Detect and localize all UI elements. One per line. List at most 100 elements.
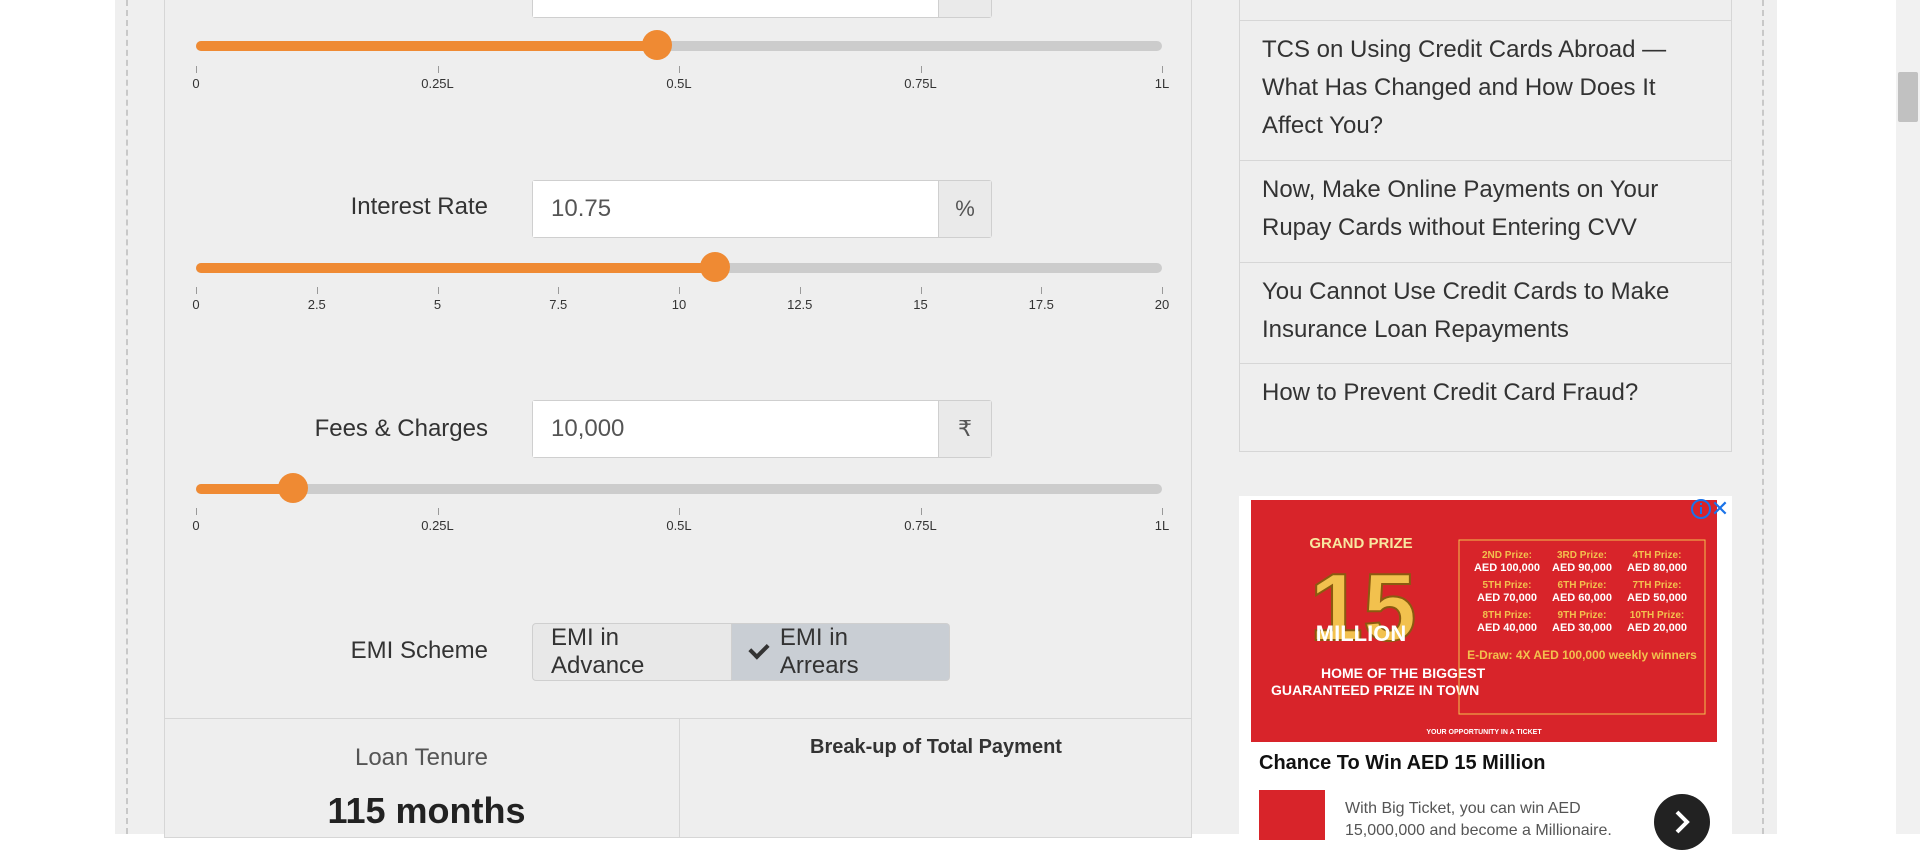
ad-edraw: E-Draw: 4X AED 100,000 weekly winners — [1467, 648, 1697, 662]
ad-prize-rank: 6TH Prize: — [1558, 580, 1607, 591]
ad-tagline-line1: HOME OF THE BIGGEST — [1321, 665, 1486, 681]
ad-close-icon[interactable]: ✕ — [1710, 498, 1730, 520]
slider-thumb[interactable] — [700, 252, 731, 282]
tick-mark — [316, 287, 318, 294]
fees-charges-input[interactable] — [533, 401, 938, 457]
tick-mark — [679, 66, 680, 73]
breakup-title: Break-up of Total Payment — [810, 736, 1062, 758]
slider-thumb[interactable] — [641, 30, 672, 60]
loan-amount-ticks: 0 0.25L 0.5L 0.75L 1L — [192, 66, 1169, 96]
ad-million: MILLION — [1316, 621, 1406, 646]
tick-label: 2.5 — [307, 297, 326, 312]
tick-mark — [196, 66, 197, 73]
loan-amount-slider[interactable] — [196, 28, 1162, 62]
tick-mark — [437, 508, 439, 515]
ad-footer: YOUR OPPORTUNITY IN A TICKET — [1426, 729, 1542, 736]
ad-prize-amount: AED 90,000 — [1552, 562, 1612, 574]
emi-in-arrears-button[interactable]: EMI in Arrears — [732, 623, 950, 681]
ad-prize-rank: 9TH Prize: — [1558, 610, 1607, 621]
ad-grand-prize: GRAND PRIZE — [1309, 535, 1412, 552]
article-title: You Cannot Use Credit Cards to Make Insu… — [1262, 278, 1670, 343]
related-articles-sidebar: TCS on Using Credit Cards Abroad — What … — [1239, 0, 1732, 452]
tick-label: 17.5 — [1028, 297, 1054, 312]
ad-prize-amount: AED 20,000 — [1627, 622, 1687, 634]
loan-tenure-value: 115 months — [327, 790, 526, 831]
slider-fill — [196, 263, 716, 273]
sidebar-article-link[interactable]: Now, Make Online Payments on Your Rupay … — [1240, 160, 1731, 257]
ad-tagline-line2: GUARANTEED PRIZE IN TOWN — [1271, 682, 1479, 698]
ad-prize-amount: AED 80,000 — [1627, 562, 1687, 574]
tick-mark — [437, 287, 439, 294]
tick-mark — [558, 287, 560, 294]
ad-prize-rank: 8TH Prize: — [1483, 610, 1532, 621]
check-icon — [748, 638, 770, 660]
emi-scheme-label: EMI Scheme — [350, 637, 488, 664]
ad-banner-graphic: GRAND PRIZE 15 MILLION HOME OF THE BIGGE… — [1251, 500, 1717, 742]
tick-label: 0 — [192, 297, 200, 312]
loan-amount-input-group — [532, 0, 992, 18]
fees-charges-slider[interactable] — [196, 471, 1162, 505]
ad-info-icon[interactable] — [1690, 498, 1712, 520]
emi-in-advance-button[interactable]: EMI in Advance — [532, 623, 732, 681]
ad-banner-image[interactable]: GRAND PRIZE 15 MILLION HOME OF THE BIGGE… — [1251, 500, 1717, 742]
ad-next-button[interactable] — [1654, 794, 1710, 850]
tick-label: 0.75L — [904, 518, 937, 533]
ad-prize-rank: 5TH Prize: — [1483, 580, 1532, 591]
tick-mark — [920, 66, 922, 73]
tick-label: 12.5 — [787, 297, 813, 312]
interest-rate-slider[interactable] — [196, 250, 1162, 284]
tick-mark — [196, 287, 197, 294]
tick-label: 0.75L — [904, 76, 937, 91]
tick-label: 15 — [913, 297, 928, 312]
page-border-left — [126, 0, 128, 834]
tick-label: 0.5L — [666, 76, 692, 91]
tick-label: 20 — [1154, 297, 1170, 312]
article-title: TCS on Using Credit Cards Abroad — What … — [1262, 36, 1667, 139]
scrollbar-thumb[interactable] — [1898, 72, 1918, 122]
loan-amount-input[interactable] — [533, 0, 938, 17]
slider-thumb[interactable] — [277, 473, 308, 503]
tick-label: 1L — [1154, 518, 1170, 533]
ad-body-text: With Big Ticket, you can win AED 15,000,… — [1345, 800, 1612, 839]
sidebar-article-link[interactable]: TCS on Using Credit Cards Abroad — What … — [1240, 20, 1731, 155]
tick-mark — [1162, 287, 1163, 294]
chevron-right-icon — [1675, 810, 1690, 834]
ad-prize-rank: 3RD Prize: — [1557, 550, 1607, 561]
ad-prize-amount: AED 30,000 — [1552, 622, 1612, 634]
tick-label: 0.25L — [421, 518, 454, 533]
tick-mark — [679, 287, 680, 294]
tick-mark — [437, 66, 439, 73]
fees-charges-label: Fees & Charges — [314, 415, 488, 442]
tick-mark — [196, 508, 197, 515]
tick-label: 0.5L — [666, 518, 692, 533]
ad-prize-rank: 4TH Prize: — [1633, 550, 1682, 561]
tick-mark — [920, 287, 922, 294]
page-scrollbar[interactable] — [1896, 0, 1920, 834]
ad-prize-amount: AED 70,000 — [1477, 592, 1537, 604]
article-title: How to Prevent Credit Card Fraud? — [1262, 379, 1639, 406]
tick-mark — [1162, 66, 1163, 73]
ad-headline[interactable]: Chance To Win AED 15 Million — [1259, 752, 1546, 775]
ad-prize-rank: 7TH Prize: — [1633, 580, 1682, 591]
article-title: Now, Make Online Payments on Your Rupay … — [1262, 176, 1659, 241]
sidebar-article-link[interactable]: You Cannot Use Credit Cards to Make Insu… — [1240, 262, 1731, 359]
tick-label: 10 — [671, 297, 687, 312]
tick-mark — [1041, 287, 1043, 294]
interest-rate-label: Interest Rate — [350, 193, 488, 220]
ad-prize-rank: 10TH Prize: — [1630, 610, 1684, 621]
tick-label: 0.25L — [421, 76, 454, 91]
tick-label: 0 — [192, 518, 200, 533]
tick-mark — [799, 287, 801, 294]
loan-tenure-label: Loan Tenure — [354, 744, 488, 771]
sidebar-article-link[interactable]: How to Prevent Credit Card Fraud? — [1240, 363, 1731, 422]
interest-rate-input-group: % — [532, 180, 992, 238]
emi-in-arrears-label: EMI in Arrears — [779, 624, 859, 679]
ad-prize-rank: 2ND Prize: — [1482, 550, 1532, 561]
tick-mark — [679, 508, 680, 515]
page-border-right — [1762, 0, 1764, 834]
advertisement[interactable]: GRAND PRIZE 15 MILLION HOME OF THE BIGGE… — [1239, 496, 1732, 850]
tick-label: 7.5 — [549, 297, 568, 312]
results-divider — [164, 718, 1192, 719]
interest-rate-input[interactable] — [533, 181, 938, 237]
ad-prize-amount: AED 100,000 — [1474, 562, 1540, 574]
